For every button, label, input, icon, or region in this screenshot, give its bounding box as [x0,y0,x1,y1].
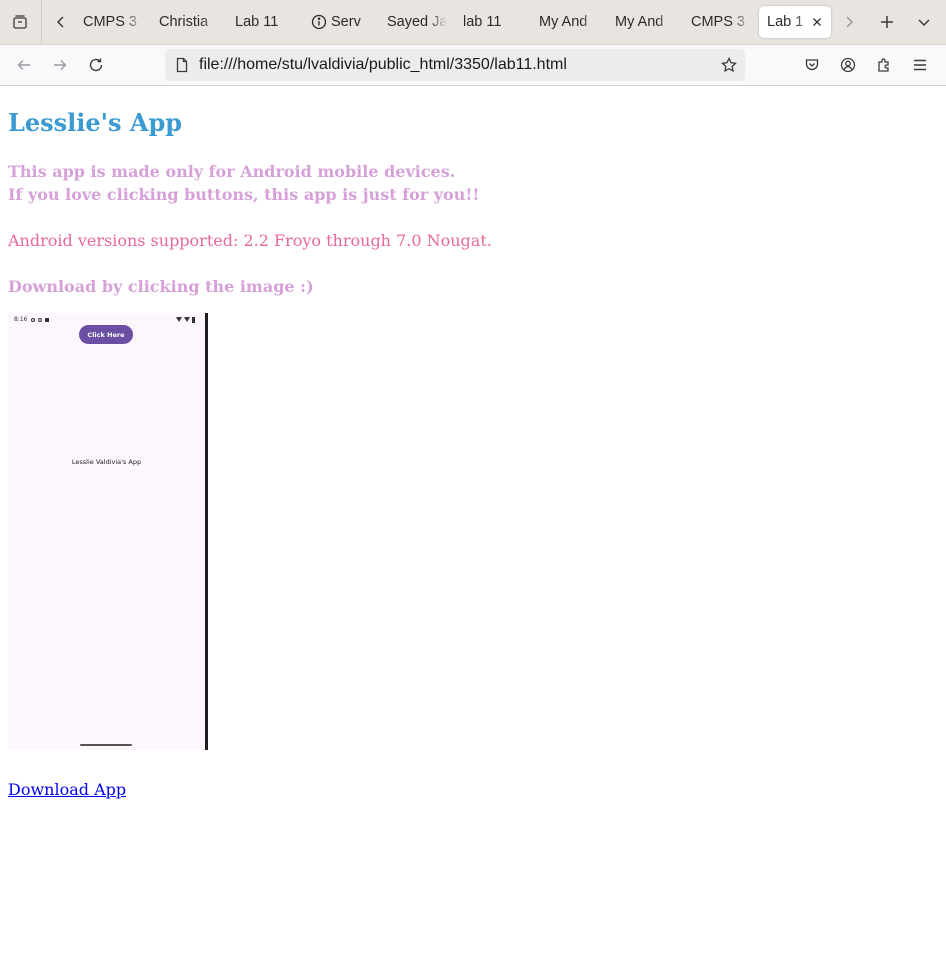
status-right-icons [176,316,195,323]
tab-label: My And [615,14,664,30]
tab-sayed[interactable]: Sayed Ja [379,6,455,38]
status-dot-icon [38,317,43,322]
toolbar-separator [41,0,42,44]
tab-christia[interactable]: Christia [151,6,227,38]
page-icon [176,57,188,73]
tab-label: CMPS 3 [83,14,137,30]
download-prompt: Download by clicking the image :) [8,277,314,296]
tab-label: Serv [331,14,361,30]
back-arrow-icon[interactable] [14,55,34,75]
chevron-left-icon[interactable] [51,12,71,32]
toolbar-right-buttons [802,55,930,75]
plus-icon[interactable] [877,12,897,32]
status-square-icon [45,317,50,322]
reload-icon[interactable] [86,55,106,75]
tab-my-android-2[interactable]: My And [607,6,683,38]
firefox-view-icon[interactable] [10,12,30,32]
tab-label: My And [539,14,588,30]
tab-label: Christia [159,14,209,30]
chevron-right-icon[interactable] [839,12,859,32]
phone-app-title: Lesslie Valdivia's App [71,458,142,466]
signal-icon [184,317,190,322]
close-icon[interactable] [811,16,823,28]
app-screenshot-link[interactable]: 8:16 Click Here Lesslie Valdivia's App [8,313,208,750]
phone-status-bar: 8:16 [14,315,195,324]
phone-screenshot-image[interactable]: 8:16 Click Here Lesslie Valdivia's App [8,313,208,750]
download-app-link[interactable]: Download App [8,778,126,801]
status-icons [31,317,50,322]
tab-lab-1-active[interactable]: Lab 1 [759,6,831,38]
phone-time: 8:16 [14,316,28,323]
hamburger-menu-icon[interactable] [910,55,930,75]
forward-arrow-icon[interactable] [50,55,70,75]
tab-label: Lab 1 [767,14,804,30]
navigation-toolbar: file:///home/stu/lvaldivia/public_html/3… [0,45,946,86]
battery-icon [192,316,195,323]
status-dot-icon [31,317,36,322]
tab-lab-11[interactable]: Lab 11 [227,6,303,38]
tab-strip: CMPS 3 Christia Lab 11 Serv Sayed Ja lab… [0,0,946,45]
tab-lab-11-b[interactable]: lab 11 [455,6,531,38]
tab-label: lab 11 [463,14,502,30]
page-title: Lesslie's App [8,108,183,137]
url-bar[interactable]: file:///home/stu/lvaldivia/public_html/3… [165,49,745,81]
description-line-1: This app is made only for Android mobile… [8,162,456,181]
app-description: This app is made only for Android mobile… [8,160,938,206]
tab-my-android-1[interactable]: My And [531,6,607,38]
tab-cmps-1[interactable]: CMPS 3 [75,6,151,38]
tab-label: Lab 11 [235,14,279,30]
star-icon[interactable] [721,57,737,73]
description-line-2: If you love clicking buttons, this app i… [8,185,480,204]
info-icon [311,14,327,30]
tab-label: Sayed Ja [387,14,447,30]
chevron-down-icon[interactable] [914,12,934,32]
tab-label: CMPS 3 [691,14,745,30]
url-text[interactable]: file:///home/stu/lvaldivia/public_html/3… [199,56,567,74]
tab-cmps-2[interactable]: CMPS 3 [683,6,759,38]
wifi-icon [176,317,182,322]
tab-list: CMPS 3 Christia Lab 11 Serv Sayed Ja lab… [75,0,831,44]
pocket-icon[interactable] [802,55,822,75]
tab-serv[interactable]: Serv [303,6,379,38]
supported-versions: Android versions supported: 2.2 Froyo th… [8,231,492,250]
account-icon[interactable] [838,55,858,75]
phone-click-here-button: Click Here [79,325,133,344]
phone-home-indicator [80,744,132,746]
extensions-icon[interactable] [874,55,894,75]
page-content: Lesslie's App This app is made only for … [0,86,946,801]
